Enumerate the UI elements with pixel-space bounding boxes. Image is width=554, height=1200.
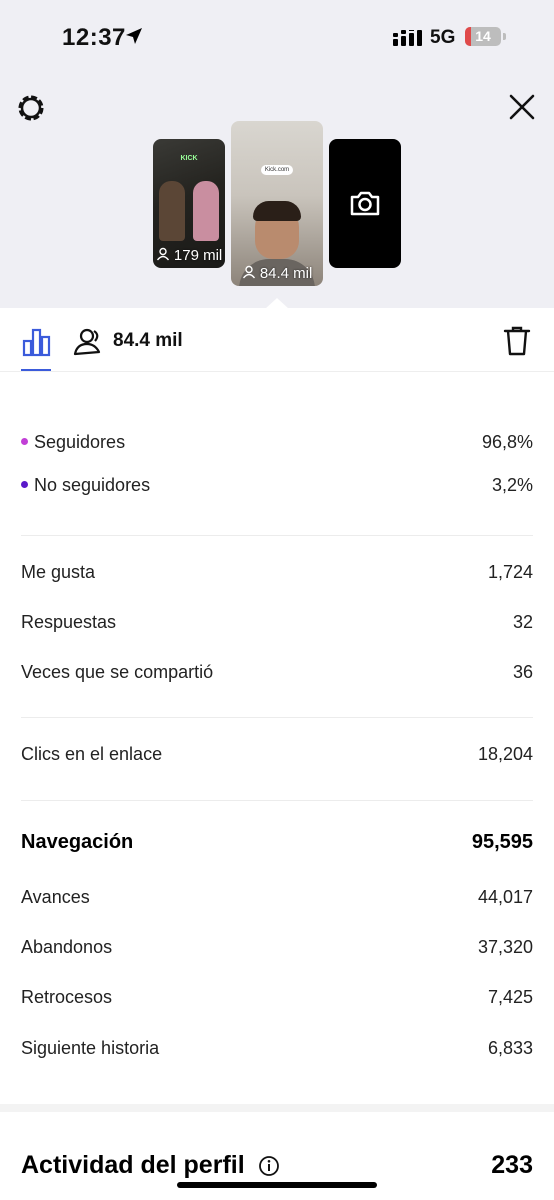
stat-row-replies: Respuestas 32 [21, 612, 533, 632]
audience-row-non-followers: No seguidores 3,2% [21, 475, 533, 496]
non-followers-dot [21, 480, 28, 488]
stat-row-link-clicks: Clics en el enlace 18,204 [21, 744, 533, 764]
insights-bar-chart-icon[interactable] [22, 327, 52, 357]
location-arrow-icon [126, 28, 142, 44]
story-1-title: KICK [180, 155, 198, 162]
status-bar: 12:37 5G 14 [0, 0, 554, 76]
battery-level: 14 [475, 28, 491, 44]
network-type: 5G [430, 27, 456, 48]
stat-row-next-story: Siguiente historia 6,833 [21, 1038, 533, 1058]
viewers-icon[interactable] [73, 327, 105, 357]
section-separator [0, 1104, 554, 1112]
cellular-signal-icon [393, 30, 422, 46]
audience-row-followers: Seguidores 96,8% [21, 432, 533, 453]
divider [21, 800, 533, 801]
story-2-views: 84.4 mil [231, 265, 323, 282]
story-thumbnail-2-selected[interactable]: Kick.com 84.4 mil [231, 121, 323, 286]
story-2-link-sticker: Kick.com [261, 165, 293, 175]
stat-row-backs: Retrocesos 7,425 [21, 987, 533, 1007]
person-icon [156, 247, 169, 261]
navigation-header: Navegación 95,595 [21, 831, 533, 853]
active-tab-indicator [21, 369, 51, 371]
status-time: 12:37 [62, 24, 126, 51]
home-indicator[interactable] [177, 1182, 377, 1188]
stat-row-forwards: Avances 44,017 [21, 887, 533, 907]
story-1-views: 179 mil [153, 247, 225, 264]
story-thumbnail-1[interactable]: KICK 179 mil [153, 139, 225, 268]
camera-icon [350, 191, 380, 216]
selection-pointer [265, 298, 289, 309]
close-icon[interactable] [508, 93, 536, 121]
add-story-camera-button[interactable] [329, 139, 401, 268]
stat-row-exits: Abandonos 37,320 [21, 937, 533, 957]
divider [21, 535, 533, 536]
info-icon[interactable] [258, 1155, 280, 1177]
stat-row-shares: Veces que se compartió 36 [21, 662, 533, 682]
battery-icon: 14 [465, 27, 501, 46]
person-icon [242, 265, 255, 279]
followers-dot [21, 437, 28, 445]
stat-row-likes: Me gusta 1,724 [21, 562, 533, 582]
divider [21, 717, 533, 718]
trash-icon[interactable] [503, 325, 531, 357]
settings-gear-icon[interactable] [16, 93, 46, 123]
viewers-count[interactable]: 84.4 mil [113, 330, 183, 352]
